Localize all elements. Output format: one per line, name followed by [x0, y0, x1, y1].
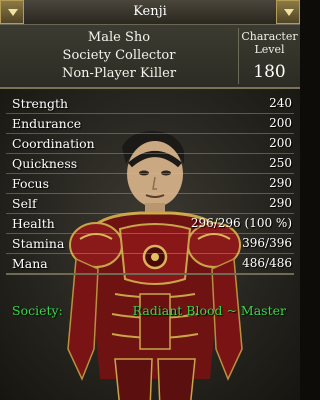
stat-value: 296/296 (100 %) [190, 216, 292, 230]
level-label-line1: Character [241, 30, 298, 43]
heritage-text: Male Sho [87, 30, 151, 45]
stat-value: 290 [269, 196, 292, 210]
stat-name: Mana [12, 256, 48, 271]
level-value: 180 [253, 62, 286, 82]
character-display: Strength 240 Endurance 200 Coordination … [0, 89, 300, 400]
stat-value: 486/486 [242, 256, 292, 270]
stat-row-health: Health 296/296 (100 %) [6, 214, 294, 234]
stat-row-endurance: Endurance 200 [6, 114, 294, 134]
identity-block: Male Sho Society Collector Non-Player Ki… [0, 25, 238, 87]
collapse-button-left[interactable] [0, 0, 24, 24]
stat-row-self: Self 290 [6, 194, 294, 214]
chevron-down-icon [8, 9, 18, 16]
society-value: Radiant Blood ~ Master [132, 303, 286, 318]
stat-row-mana: Mana 486/486 [6, 254, 294, 274]
title-bar[interactable]: Kenji [0, 0, 300, 25]
society-row: Society: Radiant Blood ~ Master [0, 303, 300, 323]
stats-list: Strength 240 Endurance 200 Coordination … [6, 94, 294, 274]
level-box: Character Level 180 [239, 25, 300, 87]
stat-row-focus: Focus 290 [6, 174, 294, 194]
chevron-down-icon [284, 9, 294, 16]
stat-name: Health [12, 216, 55, 231]
stat-name: Quickness [12, 156, 78, 171]
stat-row-stamina: Stamina 396/396 [6, 234, 294, 254]
society-divider [6, 273, 294, 275]
pk-status-text: Non-Player Killer [61, 66, 177, 81]
title-text: Society Collector [62, 48, 176, 63]
stat-name: Endurance [12, 116, 82, 131]
stat-name: Coordination [12, 136, 95, 151]
stat-name: Focus [12, 176, 49, 191]
window-title: Kenji [133, 4, 167, 19]
stat-name: Stamina [12, 236, 65, 251]
stat-row-coordination: Coordination 200 [6, 134, 294, 154]
stat-value: 200 [269, 116, 292, 130]
society-label: Society: [12, 303, 63, 318]
character-info-panel: Kenji Male Sho Society Collector Non-Pla… [0, 0, 300, 400]
stat-row-quickness: Quickness 250 [6, 154, 294, 174]
stat-name: Strength [12, 96, 69, 111]
level-label: Character Level [239, 30, 300, 56]
stat-value: 200 [269, 136, 292, 150]
character-header: Male Sho Society Collector Non-Player Ki… [0, 25, 300, 89]
stat-value: 396/396 [242, 236, 292, 250]
level-label-line2: Level [254, 43, 285, 56]
stat-value: 240 [269, 96, 292, 110]
collapse-button-right[interactable] [276, 0, 300, 24]
stat-name: Self [12, 196, 37, 211]
stat-value: 290 [269, 176, 292, 190]
stat-value: 250 [269, 156, 292, 170]
stat-row-strength: Strength 240 [6, 94, 294, 114]
